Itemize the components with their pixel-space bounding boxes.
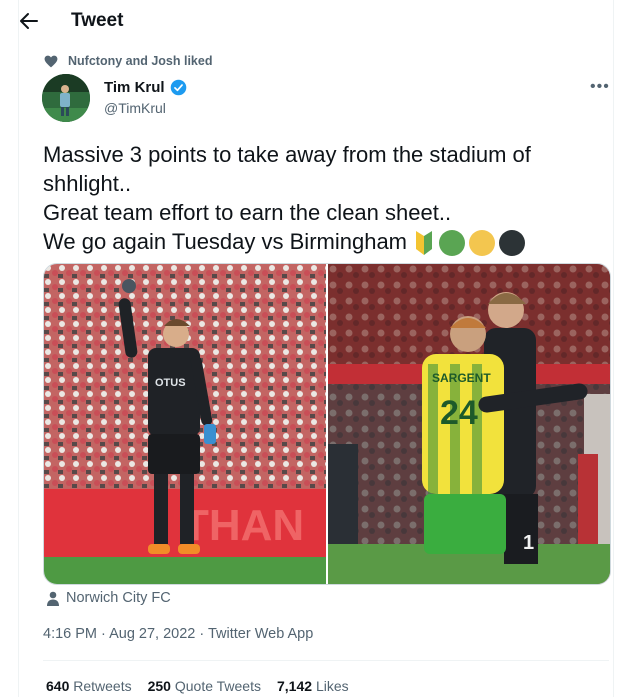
- shirt-number: 24: [440, 394, 478, 432]
- likes-stat[interactable]: 7,142 Likes: [277, 678, 349, 694]
- tweet-line: shhlight..: [43, 171, 132, 196]
- location-tag[interactable]: Norwich City FC: [46, 590, 171, 606]
- divider: [43, 660, 609, 661]
- author-name[interactable]: Tim Krul: [104, 79, 187, 96]
- photo-players-hugging[interactable]: 1 SARGENT 24: [328, 264, 610, 584]
- right-column-edge: [613, 0, 626, 697]
- quotes-label: Quote Tweets: [174, 678, 261, 694]
- left-column-edge: [0, 0, 19, 697]
- tweet-line: Great team effort to earn the clean shee…: [43, 200, 452, 225]
- yellow-circle-icon: [469, 230, 495, 257]
- social-context: Nufctony and Josh liked: [44, 54, 212, 68]
- quote-tweets-stat[interactable]: 250 Quote Tweets: [148, 678, 261, 694]
- black-circle-icon: [499, 230, 525, 257]
- location-text: Norwich City FC: [66, 590, 171, 606]
- green-circle-icon: [439, 230, 465, 257]
- gk-number: 1: [523, 532, 534, 554]
- likes-label: Likes: [315, 678, 349, 694]
- tweet-line: We go again Tuesday vs Birmingham: [43, 229, 407, 254]
- shirt-name: SARGENT: [432, 371, 491, 385]
- media-grid[interactable]: THAN OTUS 1 SARGENT 24: [43, 263, 611, 585]
- person-icon: [47, 591, 59, 606]
- author-name-text: Tim Krul: [104, 79, 165, 96]
- shirt-text: OTUS: [155, 377, 186, 389]
- tweet-text: Massive 3 points to take away from the s…: [43, 140, 603, 257]
- emoji-group: [413, 230, 525, 257]
- engagement-stats: 640 Retweets 250 Quote Tweets 7,142 Like…: [46, 678, 349, 694]
- avatar[interactable]: [42, 74, 90, 122]
- retweets-label: Retweets: [73, 678, 132, 694]
- social-context-text: Nufctony and Josh liked: [68, 54, 213, 68]
- likes-count: 7,142: [277, 678, 313, 694]
- tweet-timestamp[interactable]: 4:16 PM · Aug 27, 2022 · Twitter Web App: [43, 626, 313, 642]
- photo-goalkeeper-celebrating[interactable]: THAN OTUS: [44, 264, 326, 584]
- beginner-symbol-icon: [416, 231, 432, 256]
- more-options-icon[interactable]: •••: [590, 78, 610, 96]
- author-handle[interactable]: @TimKrul: [104, 100, 166, 116]
- heart-icon: [44, 55, 58, 67]
- quotes-count: 250: [147, 678, 171, 694]
- verified-badge-icon: [170, 79, 186, 96]
- page-title: Tweet: [71, 10, 124, 31]
- retweets-count: 640: [46, 678, 70, 694]
- tweet-line: Massive 3 points to take away from the s…: [43, 142, 531, 167]
- board-text: THAN: [182, 501, 304, 550]
- retweets-stat[interactable]: 640 Retweets: [46, 678, 132, 694]
- back-arrow-icon[interactable]: [18, 10, 40, 32]
